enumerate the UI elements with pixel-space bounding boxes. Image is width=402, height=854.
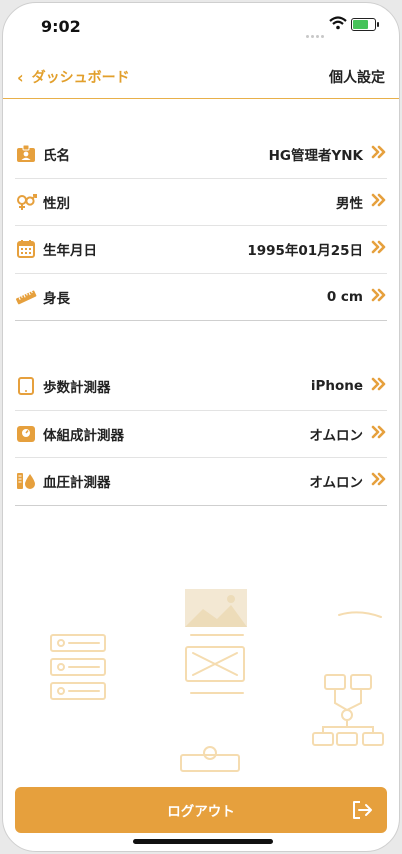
wifi-icon xyxy=(329,16,347,30)
row-label: 氏名 xyxy=(43,148,70,165)
status-bar: 9:02 xyxy=(3,3,399,49)
status-time: 9:02 xyxy=(41,17,81,36)
row-value: オムロン xyxy=(309,427,363,444)
profile-row-height[interactable]: 身長 0 cm xyxy=(15,274,387,321)
scale-icon xyxy=(15,423,37,445)
row-label: 歩数計測器 xyxy=(43,380,111,397)
back-label: ダッシュボード xyxy=(31,70,130,86)
row-label: 生年月日 xyxy=(43,243,97,260)
row-value: HG管理者YNK xyxy=(268,148,363,165)
ruler-icon xyxy=(15,286,37,308)
row-value: 0 cm xyxy=(326,288,363,305)
id-badge-icon xyxy=(15,143,37,165)
phone-screen: 9:02 ‹ ダッシュボード 個人設定 氏名 HG管理者YNK 性別 男性 生年… xyxy=(2,2,400,852)
device-row-body-composition[interactable]: 体組成計測器 オムロン xyxy=(15,411,387,458)
double-chevron-right-icon xyxy=(371,472,386,486)
battery-icon xyxy=(351,18,379,31)
home-indicator[interactable] xyxy=(133,839,273,844)
navigation-bar: ‹ ダッシュボード 個人設定 xyxy=(3,55,399,99)
logout-label: ログアウト xyxy=(167,804,235,820)
profile-row-birthday[interactable]: 生年月日 1995年01月25日 xyxy=(15,226,387,274)
double-chevron-right-icon xyxy=(371,193,386,206)
tablet-icon xyxy=(15,375,37,397)
double-chevron-right-icon xyxy=(371,425,386,438)
logout-icon xyxy=(353,801,372,819)
row-value: オムロン xyxy=(309,475,363,492)
device-list: 歩数計測器 iPhone 体組成計測器 オムロン 血圧計測器 オムロン xyxy=(15,363,387,506)
double-chevron-right-icon xyxy=(371,240,386,254)
row-label: 血圧計測器 xyxy=(43,475,111,492)
row-value: 1995年01月25日 xyxy=(247,243,363,260)
row-value: iPhone xyxy=(310,378,363,395)
profile-list: 氏名 HG管理者YNK 性別 男性 生年月日 1995年01月25日 身長 0 … xyxy=(15,131,387,321)
back-button[interactable]: ‹ ダッシュボード xyxy=(17,67,130,87)
background-illustration xyxy=(50,589,384,772)
device-row-blood-pressure[interactable]: 血圧計測器 オムロン xyxy=(15,458,387,506)
double-chevron-right-icon xyxy=(371,288,386,301)
device-row-steps[interactable]: 歩数計測器 iPhone xyxy=(15,363,387,411)
chevron-left-icon: ‹ xyxy=(17,67,24,87)
blood-pressure-icon xyxy=(15,470,37,492)
row-value: 男性 xyxy=(336,195,363,212)
logout-button[interactable]: ログアウト xyxy=(15,787,387,833)
profile-row-name[interactable]: 氏名 HG管理者YNK xyxy=(15,131,387,179)
row-label: 体組成計測器 xyxy=(43,427,124,444)
double-chevron-right-icon xyxy=(371,145,386,159)
profile-row-gender[interactable]: 性別 男性 xyxy=(15,179,387,226)
calendar-icon xyxy=(15,238,37,260)
row-label: 身長 xyxy=(43,290,70,307)
row-label: 性別 xyxy=(43,195,70,212)
gender-icon xyxy=(15,191,37,213)
cell-signal-icon xyxy=(306,23,326,38)
double-chevron-right-icon xyxy=(371,377,386,391)
page-title: 個人設定 xyxy=(329,70,385,86)
